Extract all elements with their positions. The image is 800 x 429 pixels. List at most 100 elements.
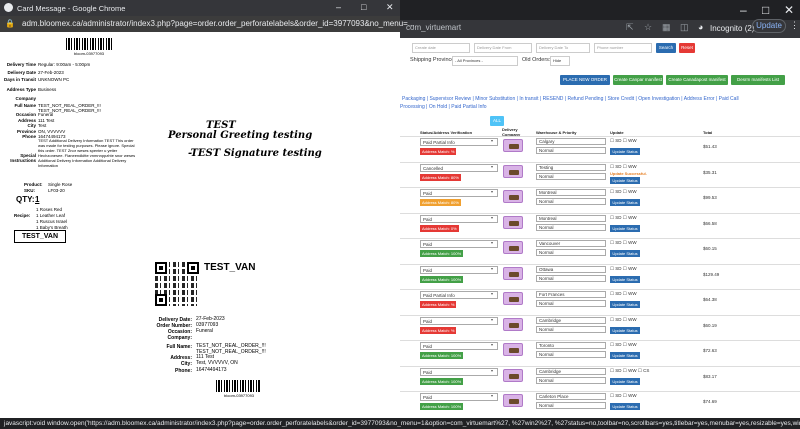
bookmark-star-icon[interactable]: ☆ (644, 22, 652, 33)
update-status-button[interactable]: Update Status (610, 224, 640, 232)
delivery-van-icon[interactable] (503, 266, 523, 280)
sd-ww-checkboxes[interactable]: ☐ SD ☐ WW (610, 393, 637, 399)
warehouse-select[interactable]: Cambridge (536, 367, 606, 375)
sd-ww-checkboxes[interactable]: ☐ SD ☐ WW (610, 189, 637, 195)
update-status-button[interactable]: Update Status (610, 250, 640, 257)
update-status-button[interactable]: Update Status (610, 352, 640, 359)
order-status-select[interactable]: Paid (420, 316, 498, 325)
status-link[interactable]: Address Error (684, 96, 715, 102)
status-link[interactable]: RESEND (543, 96, 564, 102)
sidebar-icon[interactable]: ◫ (680, 22, 689, 33)
update-status-button[interactable]: Update Status (610, 377, 640, 385)
incognito-label[interactable]: Incognito (2) (710, 24, 754, 33)
order-status-select[interactable]: Paid Partial Info (420, 138, 498, 146)
delivery-van-icon[interactable] (503, 292, 523, 305)
update-status-button[interactable]: Update Status (610, 148, 640, 155)
delivery-van-icon[interactable] (503, 190, 523, 203)
order-status-select[interactable]: Paid (420, 240, 498, 248)
priority-select[interactable]: Normal (536, 198, 606, 205)
priority-select[interactable]: Normal (536, 402, 606, 409)
delivery-van-icon[interactable] (503, 241, 523, 254)
search-button[interactable]: Search (656, 43, 676, 53)
order-status-select[interactable]: Paid (420, 265, 498, 274)
priority-select[interactable]: Normal (536, 376, 606, 384)
priority-select[interactable]: Normal (536, 274, 606, 282)
order-status-select[interactable]: Paid (420, 367, 498, 376)
update-status-button[interactable]: Update Status (610, 199, 640, 206)
delivery-van-icon[interactable] (503, 317, 523, 331)
delivery-van-icon[interactable] (503, 139, 523, 152)
update-status-button[interactable]: Update Status (610, 326, 640, 334)
priority-select[interactable]: Normal (536, 249, 606, 256)
warehouse-select[interactable]: Toronto (536, 342, 606, 349)
warehouse-select[interactable]: Fort Frances (536, 291, 606, 298)
place-new-order-button[interactable]: PLACE NEW ORDER (560, 75, 610, 85)
status-link[interactable]: Minor Substitution (475, 96, 515, 102)
priority-select[interactable]: Normal (536, 325, 606, 333)
order-status-select[interactable]: Paid Partial Info (420, 291, 498, 299)
warehouse-select[interactable]: Cambridge (536, 316, 606, 324)
status-link[interactable]: Processing (400, 104, 425, 110)
status-link[interactable]: Packaging (402, 96, 425, 102)
status-link[interactable]: On Hold (429, 104, 447, 110)
warehouse-select[interactable]: Ottawa (536, 265, 606, 273)
close-window-icon[interactable]: ✕ (784, 3, 794, 17)
delivery-to-input[interactable]: Delivery Date To (536, 43, 590, 53)
sd-ww-checkboxes[interactable]: ☐ SD ☐ WW (610, 342, 637, 348)
update-status-button[interactable]: Update Status (610, 275, 640, 283)
order-status-select[interactable]: Paid (420, 214, 498, 223)
status-link[interactable]: Paid Partial Info (451, 104, 486, 110)
sd-ww-checkboxes[interactable]: ☐ SD ☐ WW (610, 240, 637, 246)
update-status-button[interactable]: Update Status (610, 403, 640, 410)
order-status-select[interactable]: Paid (420, 189, 498, 197)
delivery-from-input[interactable]: Delivery Date From (474, 43, 532, 53)
reset-button[interactable]: Reset (679, 43, 695, 53)
sd-ww-checkboxes[interactable]: ☐ SD ☐ WW ☐ CS (610, 368, 649, 374)
all-button[interactable]: ALL (490, 116, 504, 126)
update-status-button[interactable]: Update Status (610, 176, 640, 184)
priority-select[interactable]: Normal (536, 351, 606, 358)
order-status-select[interactable]: Paid (420, 342, 498, 350)
sd-ww-checkboxes[interactable]: ☐ SD ☐ WW (610, 164, 637, 170)
priority-select[interactable]: Normal (536, 300, 606, 307)
status-link[interactable]: In transit (519, 96, 538, 102)
priority-select[interactable]: Normal (536, 147, 606, 154)
warehouse-select[interactable]: Montreal (536, 189, 606, 196)
warehouse-select[interactable]: Carleton Place (536, 393, 606, 400)
extensions-icon[interactable]: ▦ (662, 22, 671, 33)
popup-maximize-icon[interactable]: □ (361, 2, 366, 12)
status-link[interactable]: Supervisor Review (429, 96, 471, 102)
update-status-button[interactable]: Update Status (610, 301, 640, 308)
phone-input[interactable]: Phone number (594, 43, 652, 53)
background-address-bar[interactable]: com_virtuemart ⇱ ☆ ▦ ◫ ◕ Incognito (2) (400, 20, 800, 38)
create-date-input[interactable]: Create date (412, 43, 470, 53)
warehouse-select[interactable]: Calgary (536, 138, 606, 145)
status-link[interactable]: Store Credit (607, 96, 634, 102)
sd-ww-checkboxes[interactable]: ☐ SD ☐ WW (610, 291, 637, 297)
status-link[interactable]: Open Investigation (638, 96, 680, 102)
popup-minimize-icon[interactable]: – (336, 2, 341, 12)
popup-address-bar[interactable]: 🔒 adm.bloomex.ca/administrator/index3.ph… (0, 16, 414, 32)
create-canadapost-button[interactable]: Create Canadapost manifest (666, 75, 728, 85)
popup-close-icon[interactable]: ✕ (386, 2, 394, 13)
order-status-select[interactable]: Cancelled (420, 163, 498, 172)
delivery-van-icon[interactable] (503, 215, 523, 229)
priority-select[interactable]: Normal (536, 223, 606, 231)
status-link[interactable]: Paid Call (719, 96, 739, 102)
order-status-select[interactable]: Paid (420, 393, 498, 401)
old-orders-select[interactable]: Hide (550, 56, 570, 66)
delivery-van-icon[interactable] (503, 394, 523, 407)
chrome-menu-icon[interactable]: ⋮ (790, 20, 799, 31)
province-select[interactable]: - All Provinces - (452, 56, 518, 66)
priority-select[interactable]: Normal (536, 172, 606, 180)
sd-ww-checkboxes[interactable]: ☐ SD ☐ WW (610, 266, 637, 272)
maximize-icon[interactable]: □ (762, 3, 769, 17)
delivery-van-icon[interactable] (503, 368, 523, 382)
warehouse-select[interactable]: Vancouver (536, 240, 606, 247)
warehouse-select[interactable]: Montreal (536, 214, 606, 222)
minimize-icon[interactable]: – (740, 3, 747, 17)
create-canpar-button[interactable]: Create Canpar manifest (613, 75, 663, 85)
sd-ww-checkboxes[interactable]: ☐ SD ☐ WW (610, 215, 637, 221)
delivery-van-icon[interactable] (503, 164, 523, 178)
sd-ww-checkboxes[interactable]: ☐ SD ☐ WW (610, 317, 637, 323)
